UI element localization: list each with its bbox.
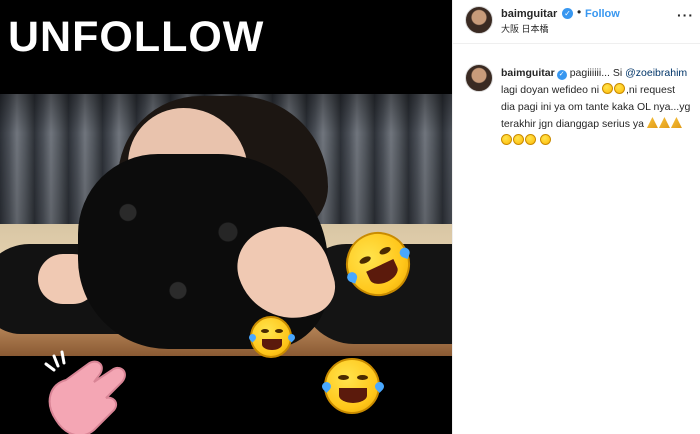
post-caption: baimguitar ✓ pagiiiiii... Si @zoeibrahim l… [501,65,691,150]
tears-of-joy-emoji-icon [614,83,625,94]
video-frame[interactable] [0,94,452,356]
tears-of-joy-emoji-icon [513,134,524,145]
post-media[interactable]: UNFOLLOW [0,0,452,434]
tears-of-joy-emoji-icon [501,134,512,145]
video-overlay-text: UNFOLLOW [8,13,265,61]
location-link[interactable]: 大阪 日本橋 [501,22,549,35]
caption-text: lagi doyan wefideo ni [501,84,600,96]
separator-dot: • [577,5,582,19]
follow-button[interactable]: Follow [585,8,620,20]
folded-hands-emoji-icon [658,117,670,128]
avatar[interactable] [465,64,493,92]
waving-hand-icon [44,350,126,434]
more-options-icon[interactable]: ··· [677,7,694,23]
folded-hands-emoji-icon [670,117,682,128]
tears-of-joy-emoji-icon [602,83,613,94]
grinning-sweat-emoji-icon [525,134,536,145]
tears-of-joy-emoji-icon [247,316,297,358]
verified-badge-icon: ✓ [556,70,567,80]
folded-hands-emoji-icon [646,117,658,128]
caption-username[interactable]: baimguitar [501,67,555,79]
post-header: baimguitar ✓ • Follow 大阪 日本橋 ··· [453,0,700,44]
header-username[interactable]: baimguitar [501,8,557,20]
mention-link[interactable]: @zoeibrahim [625,67,687,79]
avatar[interactable] [465,6,493,34]
caption-text: pagiiiiii... Si [569,67,623,79]
post-side-panel: baimguitar ✓ • Follow 大阪 日本橋 ··· baimgui… [452,0,700,434]
verified-badge-icon: ✓ [562,8,573,19]
grinning-sweat-emoji-icon [539,134,551,145]
tears-of-joy-emoji-icon [320,358,386,414]
